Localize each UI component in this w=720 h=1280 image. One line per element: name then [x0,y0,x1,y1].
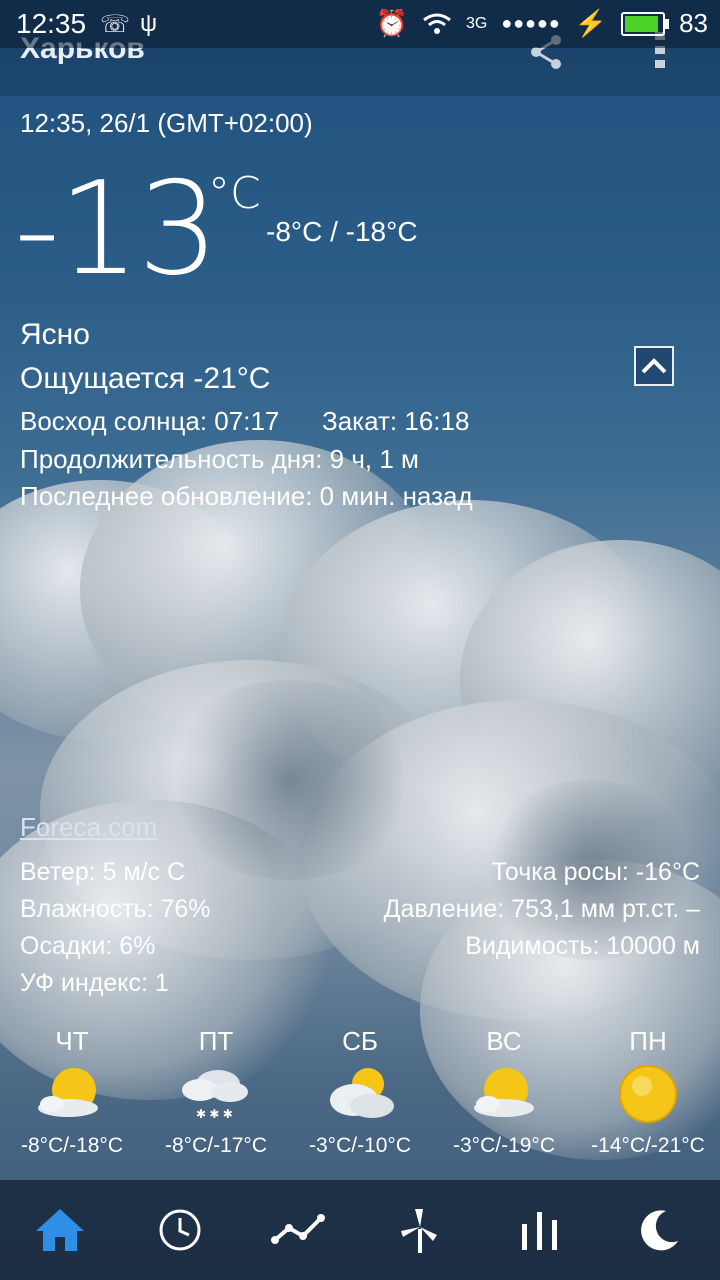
forecast-day-name: ВС [486,1026,522,1056]
sunrise: Восход солнца: 07:17 [20,406,280,436]
graph-icon [271,1214,325,1244]
partly-cloudy-sun-icon [38,1068,98,1117]
forecast-range: -14°C/-21°C [591,1134,705,1157]
snow-cloud-icon: ✱ ✱ ✱ [182,1070,248,1121]
partly-cloudy-sun-icon [474,1068,534,1117]
pressure: Давление: 753,1 мм рт.ст. – [383,895,700,923]
wind-turbine-icon [401,1209,437,1253]
sun-icon [619,1065,677,1123]
feels-like: Ощущается -21°C [20,362,271,395]
forecast-day-name: ПТ [198,1026,234,1056]
forecast-range: -8°C/-17°C [165,1134,267,1157]
status-right-icons: ⏰ 3G ●●●●● ⚡ 83 [376,8,708,39]
last-update: Последнее обновление: 0 мин. назад [20,481,473,511]
nav-moon[interactable] [600,1180,720,1280]
forecast-range: -8°C/-18°C [21,1134,123,1157]
home-icon [36,1209,84,1251]
forecast-range: -3°C/-19°C [453,1134,555,1157]
forecast-day[interactable]: СБ -3°C/-10°C [288,1020,432,1170]
moon-icon [641,1210,678,1251]
svg-text:✱ ✱ ✱: ✱ ✱ ✱ [196,1107,233,1121]
clock-icon [159,1209,201,1251]
nav-wind[interactable] [360,1180,480,1280]
status-time: 12:35 [16,8,87,39]
signal-icon: ●●●●● [501,13,561,33]
forecast-day-name: ПН [629,1026,667,1056]
battery-fill [625,15,659,32]
local-datetime: 12:35, 26/1 (GMT+02:00) [20,108,313,138]
forecast-day-name: ЧТ [55,1026,89,1056]
humidity: Влажность: 76% [20,895,211,923]
battery-icon [621,11,670,36]
forecast-range: -3°C/-10°C [309,1134,411,1157]
current-temperature: -13 [14,155,219,304]
uv-index: УФ индекс: 1 [20,969,169,997]
alarm-icon: ⏰ [375,8,408,38]
visibility: Видимость: 10000 м [465,932,700,960]
forecast-day[interactable]: ПН -14°C/-21°C [576,1020,720,1170]
condition-text: Ясно [20,318,90,351]
forecast-day[interactable]: ЧТ -8°C/-18°C [0,1020,144,1170]
chevron-up-icon [641,358,667,374]
usb-icon: ψ [140,10,158,37]
battery-percent: 83 [679,8,708,38]
status-bar: 12:35 ☏ ψ ⏰ 3G ●●●●● ⚡ 83 [0,0,720,48]
forecast-day-name: СБ [342,1026,378,1056]
wind: Ветер: 5 м/с С [20,858,186,886]
sunset: Закат: 16:18 [322,406,470,436]
dew-point: Точка росы: -16°C [491,858,700,886]
forecast-day[interactable]: ПТ ✱ ✱ ✱ -8°C/-17°C [144,1020,288,1170]
wifi-icon [423,13,451,34]
source-link[interactable]: Foreca.com [20,812,157,843]
precipitation: Осадки: 6% [20,932,156,960]
status-left-icons: ☏ ψ [100,10,157,39]
temperature-unit: °C [208,168,261,219]
network-type: 3G [465,14,488,32]
day-length: Продолжительность дня: 9 ч, 1 м [20,444,419,474]
collapse-button[interactable] [634,346,674,386]
forecast-day[interactable]: ВС -3°C/-19°C [432,1020,576,1170]
bottom-navigation [0,1180,720,1280]
nav-hourly[interactable] [120,1180,240,1280]
forecast-strip: ЧТ -8°C/-18°C ПТ ✱ ✱ ✱ -8°C/-17°C СБ -3°… [0,1020,720,1170]
nav-charts[interactable] [480,1180,600,1280]
cloudy-sun-icon [330,1068,394,1118]
nav-home[interactable] [0,1180,120,1280]
charging-icon: ⚡ [574,8,608,38]
bars-icon [522,1212,557,1250]
nav-graph[interactable] [240,1180,360,1280]
viber-icon: ☏ [100,11,131,38]
temperature-range: -8°C / -18°C [266,216,418,247]
